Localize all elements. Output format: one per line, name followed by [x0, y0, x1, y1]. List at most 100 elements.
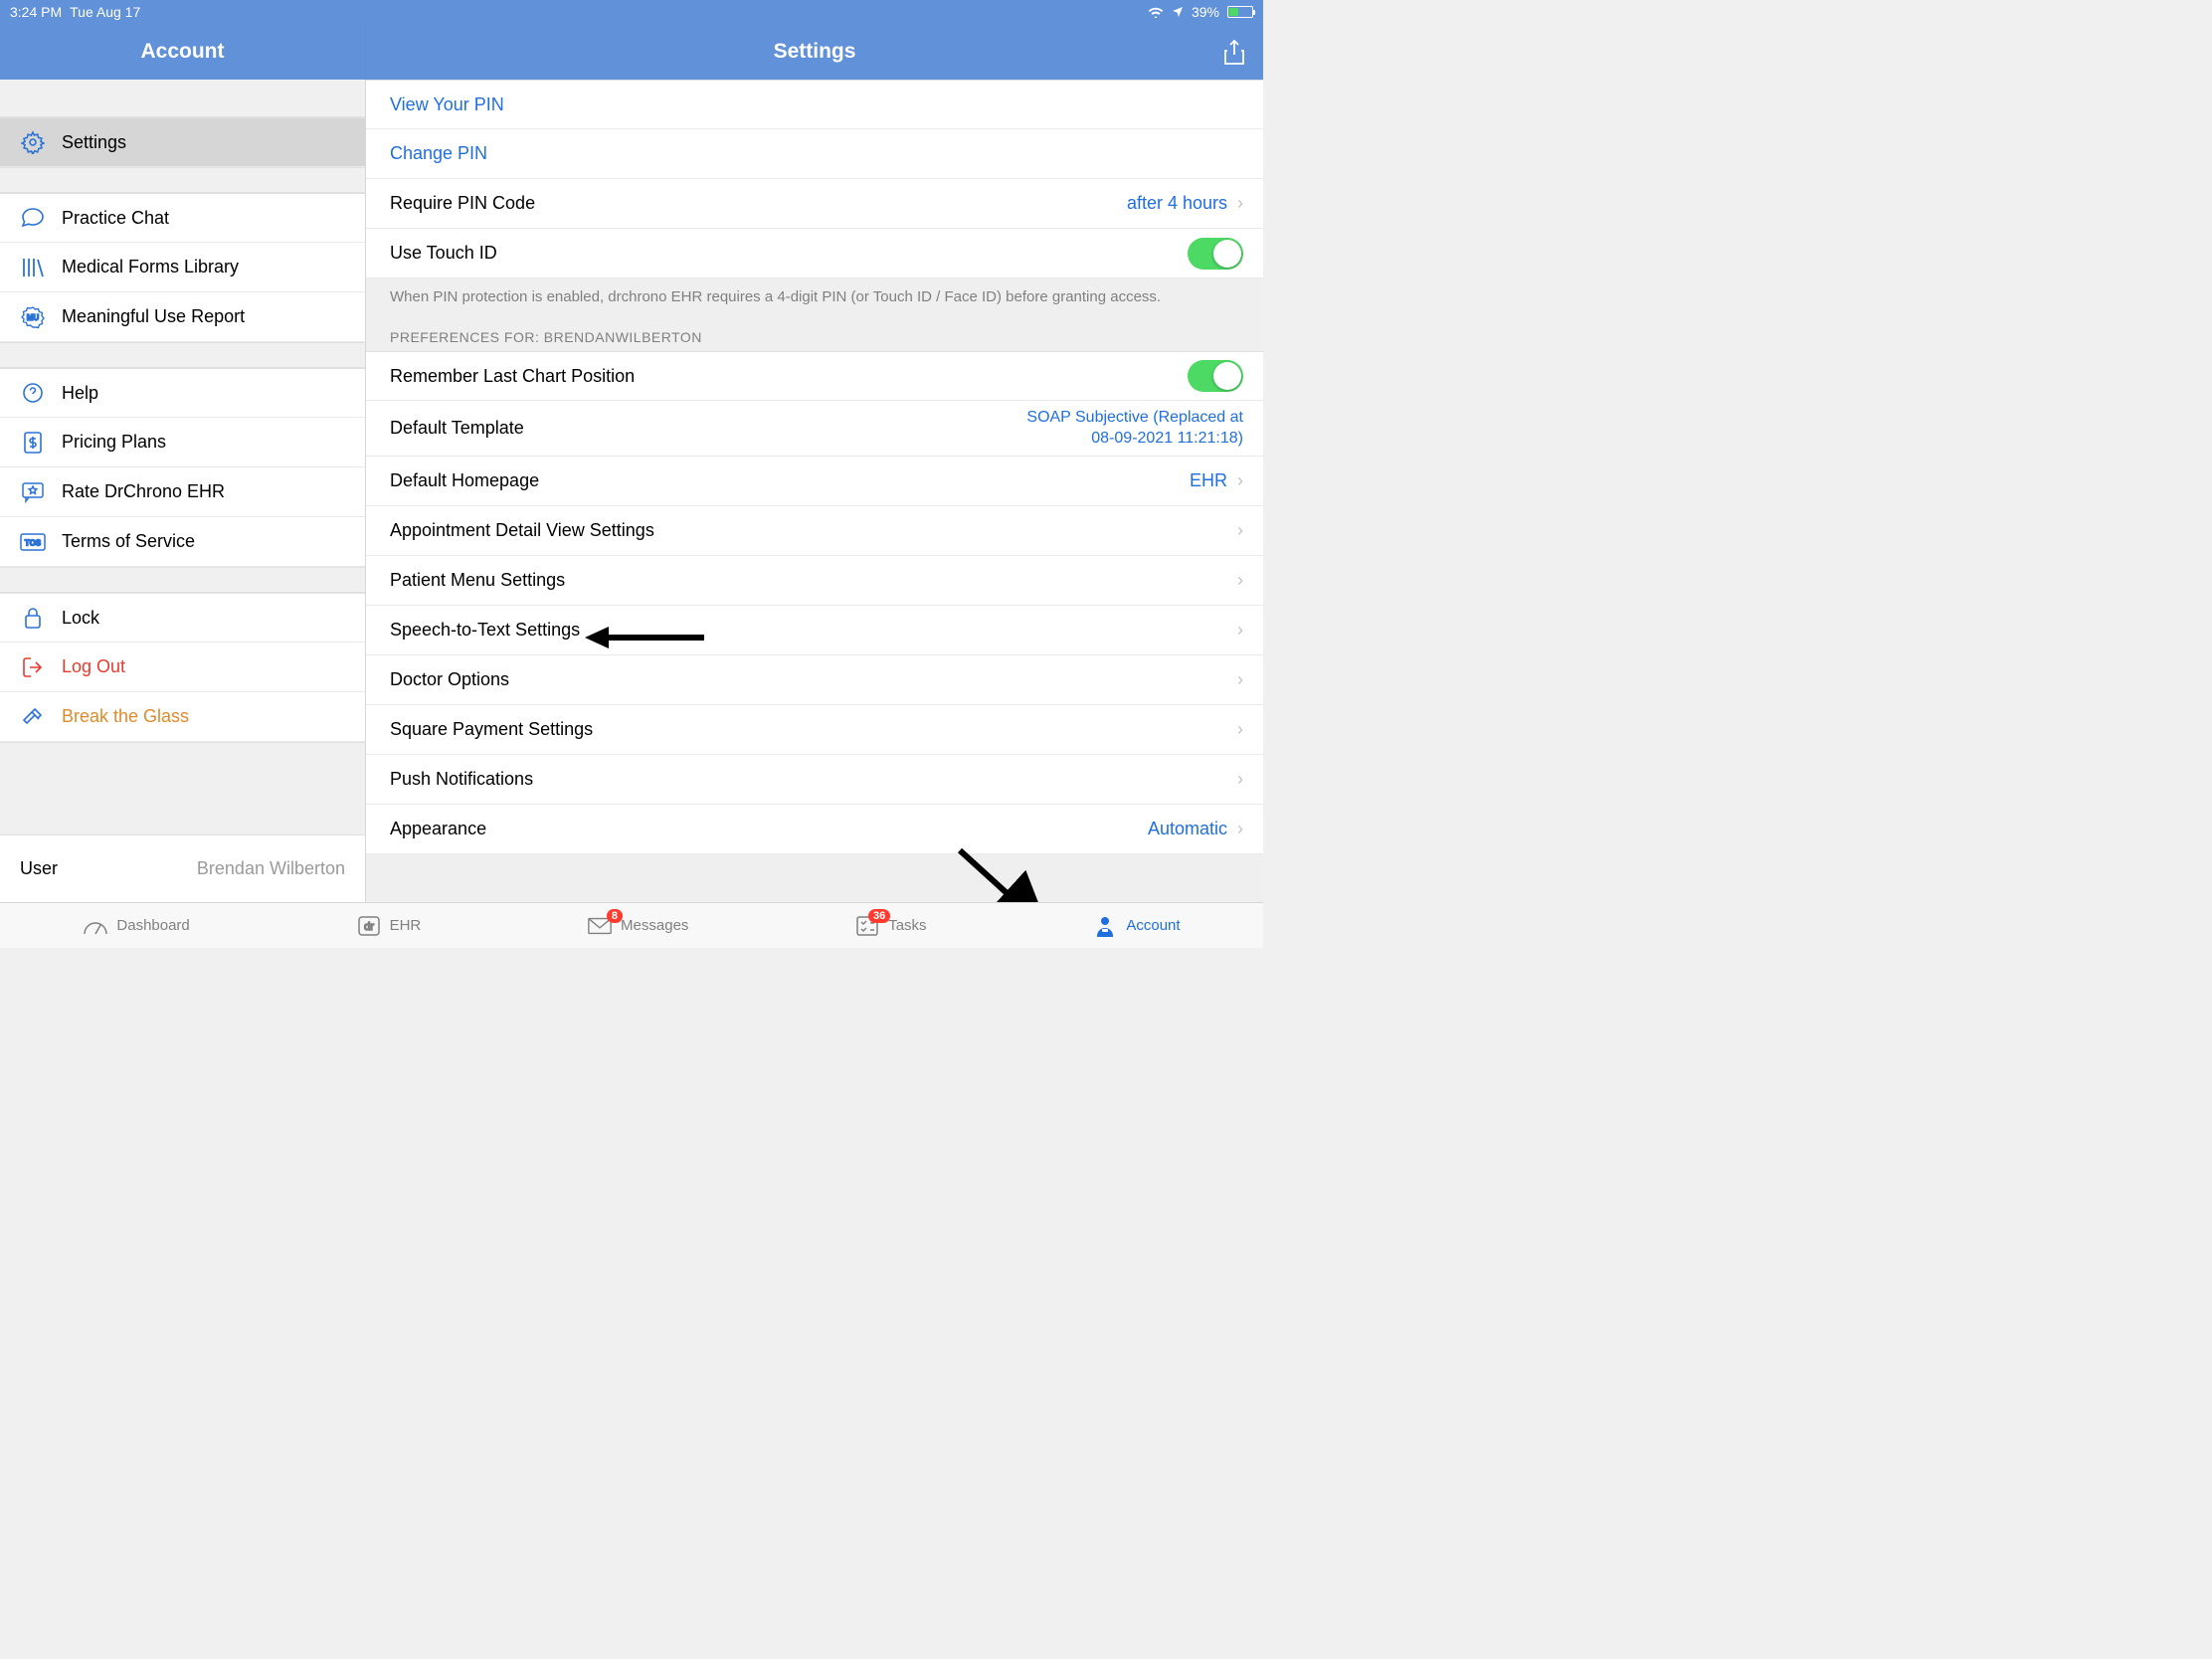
row-require-pin[interactable]: Require PIN Code after 4 hours ›	[366, 179, 1263, 229]
toggle-touch-id[interactable]	[1188, 238, 1243, 270]
sidebar-item-label: Pricing Plans	[62, 432, 166, 453]
star-chat-icon	[18, 479, 48, 505]
row-change-pin[interactable]: Change PIN	[366, 129, 1263, 179]
row-appointment-detail[interactable]: Appointment Detail View Settings ›	[366, 506, 1263, 556]
chevron-right-icon: ›	[1237, 769, 1243, 790]
chevron-right-icon: ›	[1237, 520, 1243, 541]
row-label: Use Touch ID	[390, 243, 1188, 264]
row-default-homepage[interactable]: Default Homepage EHR ›	[366, 457, 1263, 506]
row-doctor-options[interactable]: Doctor Options ›	[366, 655, 1263, 705]
row-label: Appointment Detail View Settings	[390, 520, 1227, 541]
tab-bar: Dashboard dr EHR 8 Messages 36 Tasks Acc…	[0, 902, 1263, 948]
tos-icon: TOS	[18, 529, 48, 555]
sidebar-item-label: Help	[62, 383, 98, 404]
status-time: 3:24 PM	[10, 4, 62, 20]
tab-dashboard[interactable]: Dashboard	[83, 915, 189, 937]
pin-footer-note: When PIN protection is enabled, drchrono…	[366, 278, 1263, 311]
row-remember-chart[interactable]: Remember Last Chart Position	[366, 351, 1263, 401]
status-date: Tue Aug 17	[70, 4, 140, 20]
chevron-right-icon: ›	[1237, 669, 1243, 690]
chevron-right-icon: ›	[1237, 620, 1243, 641]
row-label: Speech-to-Text Settings	[390, 620, 1227, 641]
sidebar-item-label: Meaningful Use Report	[62, 306, 245, 327]
mu-badge-icon: MU	[18, 304, 48, 330]
row-touch-id[interactable]: Use Touch ID	[366, 229, 1263, 278]
row-view-pin[interactable]: View Your PIN	[366, 80, 1263, 129]
row-appearance[interactable]: Appearance Automatic ›	[366, 805, 1263, 854]
row-label: View Your PIN	[390, 94, 1243, 115]
row-speech-to-text[interactable]: Speech-to-Text Settings ›	[366, 606, 1263, 655]
sidebar-item-break-glass[interactable]: Break the Glass	[0, 692, 365, 742]
row-label: Require PIN Code	[390, 193, 1127, 214]
gear-icon	[18, 129, 48, 155]
sidebar-title: Account	[0, 24, 366, 80]
sidebar-item-label: Terms of Service	[62, 531, 195, 552]
hammer-icon	[18, 704, 48, 730]
svg-text:TOS: TOS	[25, 538, 42, 547]
sidebar-item-label: Practice Chat	[62, 208, 169, 229]
tab-label: Dashboard	[116, 917, 189, 934]
checklist-icon: 36	[854, 915, 880, 937]
battery-percent: 39%	[1192, 4, 1219, 20]
sidebar: Settings Practice Chat Medical Forms Lib…	[0, 80, 366, 902]
sidebar-item-meaningful-use[interactable]: MU Meaningful Use Report	[0, 292, 365, 342]
sidebar-user-row[interactable]: User Brendan Wilberton	[0, 834, 365, 902]
status-bar: 3:24 PM Tue Aug 17 39%	[0, 0, 1263, 24]
row-patient-menu[interactable]: Patient Menu Settings ›	[366, 556, 1263, 606]
preferences-section-header: PREFERENCES FOR: BRENDANWILBERTON	[366, 311, 1263, 351]
sidebar-item-help[interactable]: Help	[0, 368, 365, 418]
chevron-right-icon: ›	[1237, 470, 1243, 491]
tab-account[interactable]: Account	[1092, 915, 1180, 937]
tab-ehr[interactable]: dr EHR	[356, 915, 422, 937]
help-icon	[18, 380, 48, 406]
logout-icon	[18, 654, 48, 680]
sidebar-item-label: Medical Forms Library	[62, 257, 239, 277]
doctor-person-icon	[1092, 915, 1118, 937]
sidebar-item-practice-chat[interactable]: Practice Chat	[0, 193, 365, 243]
sidebar-item-medical-forms[interactable]: Medical Forms Library	[0, 243, 365, 292]
chat-icon	[18, 205, 48, 231]
main-settings-panel: View Your PIN Change PIN Require PIN Cod…	[366, 80, 1263, 902]
tab-label: Account	[1126, 917, 1180, 934]
chevron-right-icon: ›	[1237, 193, 1243, 214]
sidebar-item-settings[interactable]: Settings	[0, 117, 365, 167]
sidebar-item-label: Lock	[62, 608, 99, 629]
sidebar-item-logout[interactable]: Log Out	[0, 643, 365, 692]
tab-label: Tasks	[888, 917, 926, 934]
row-value: after 4 hours	[1127, 193, 1227, 214]
toggle-remember-chart[interactable]	[1188, 360, 1243, 392]
user-label: User	[20, 858, 58, 879]
sidebar-item-label: Rate DrChrono EHR	[62, 481, 225, 502]
location-icon	[1172, 6, 1184, 18]
tab-label: Messages	[621, 917, 688, 934]
row-label: Doctor Options	[390, 669, 1227, 690]
tab-messages[interactable]: 8 Messages	[587, 915, 688, 937]
svg-text:MU: MU	[27, 313, 40, 322]
envelope-icon: 8	[587, 915, 613, 937]
row-label: Remember Last Chart Position	[390, 366, 1188, 387]
lock-icon	[18, 605, 48, 631]
chevron-right-icon: ›	[1237, 819, 1243, 839]
row-square-payment[interactable]: Square Payment Settings ›	[366, 705, 1263, 755]
title-bar: Account Settings	[0, 24, 1263, 80]
row-label: Default Template	[390, 418, 1014, 439]
row-default-template[interactable]: Default Template SOAP Subjective (Replac…	[366, 401, 1263, 457]
library-icon	[18, 255, 48, 280]
row-label: Square Payment Settings	[390, 719, 1227, 740]
sidebar-item-rate[interactable]: Rate DrChrono EHR	[0, 467, 365, 517]
dr-icon: dr	[356, 915, 382, 937]
sidebar-item-lock[interactable]: Lock	[0, 593, 365, 643]
row-value: SOAP Subjective (Replaced at 08-09-2021 …	[1014, 408, 1243, 450]
row-label: Default Homepage	[390, 470, 1190, 491]
sidebar-item-label: Break the Glass	[62, 706, 189, 727]
tab-tasks[interactable]: 36 Tasks	[854, 915, 926, 937]
sidebar-item-tos[interactable]: TOS Terms of Service	[0, 517, 365, 567]
row-push-notifications[interactable]: Push Notifications ›	[366, 755, 1263, 805]
wifi-icon	[1148, 6, 1164, 18]
share-button[interactable]	[1221, 38, 1247, 68]
sidebar-item-label: Log Out	[62, 656, 125, 677]
row-label: Push Notifications	[390, 769, 1227, 790]
sidebar-item-pricing[interactable]: Pricing Plans	[0, 418, 365, 467]
gauge-icon	[83, 915, 108, 937]
row-label: Change PIN	[390, 143, 1243, 164]
